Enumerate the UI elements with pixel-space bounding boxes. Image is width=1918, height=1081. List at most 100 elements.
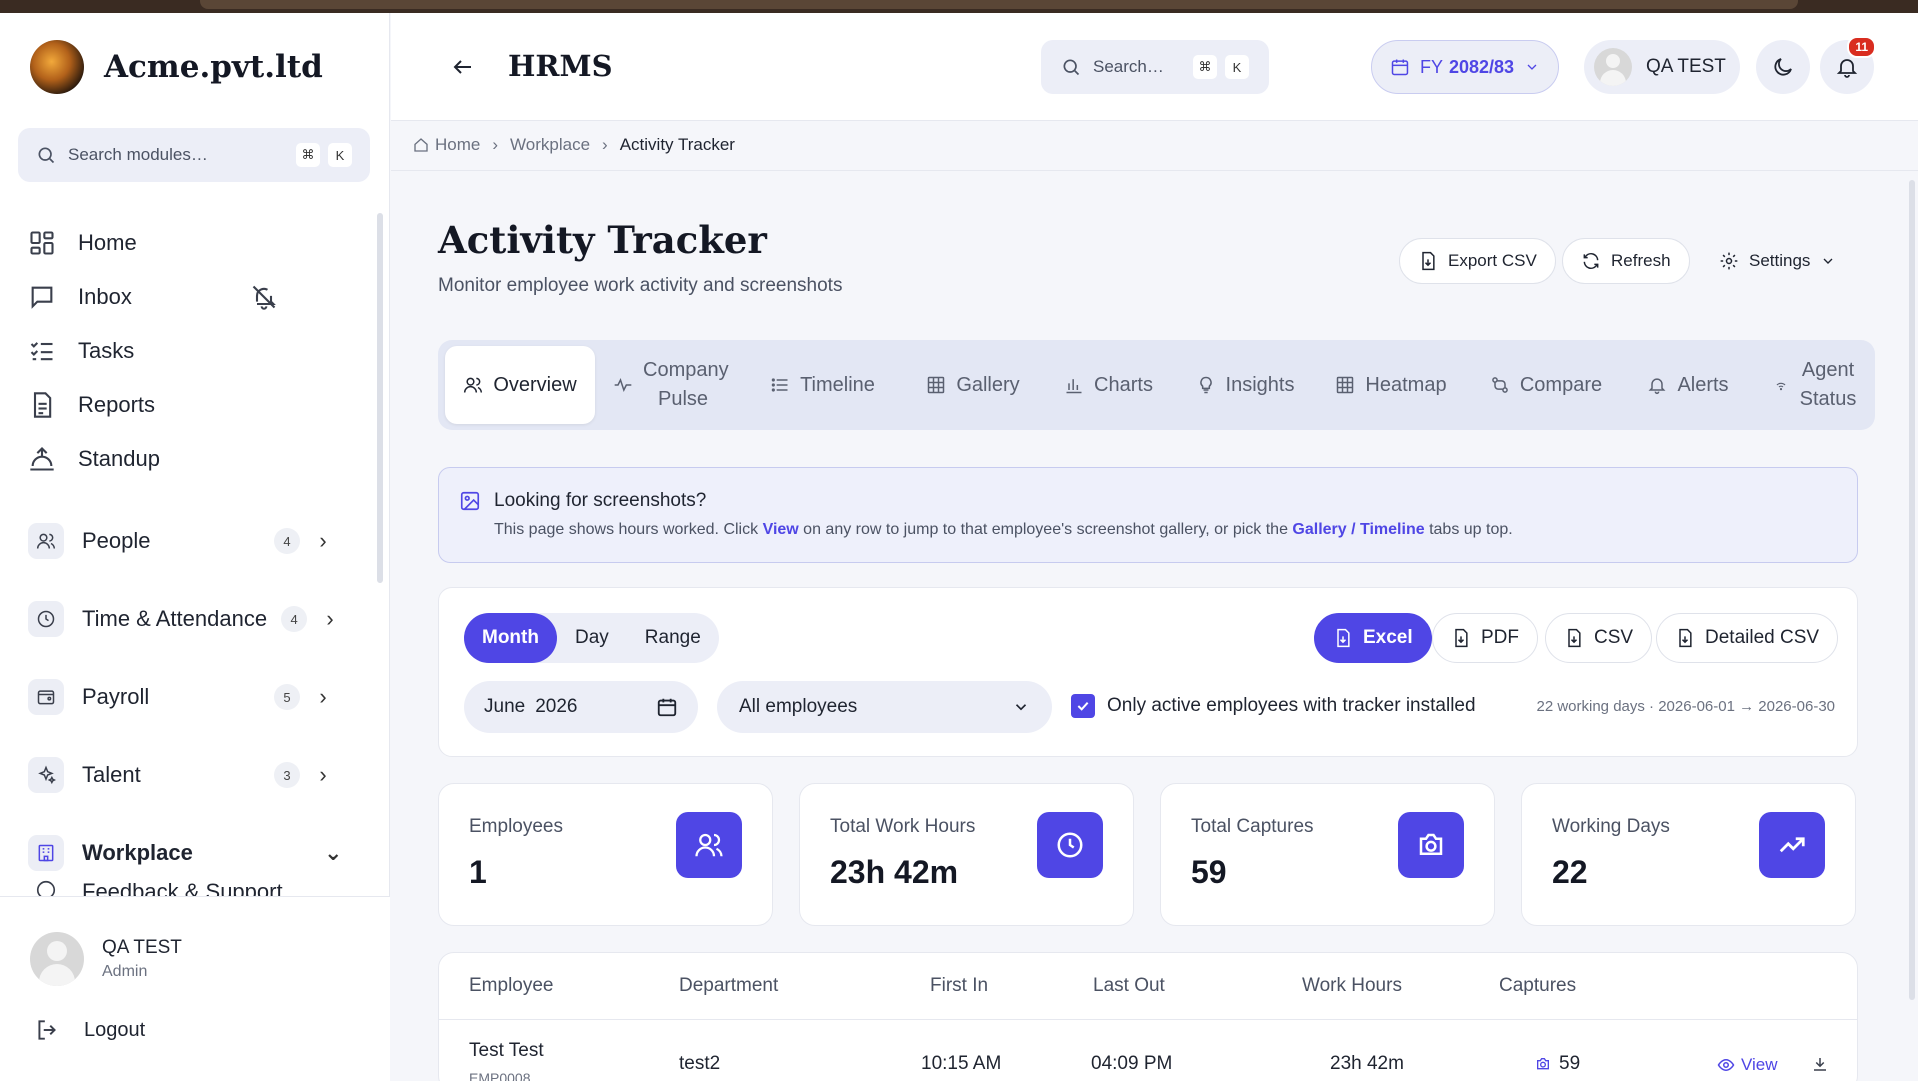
column-header-work-hours[interactable]: Work Hours (1302, 975, 1402, 997)
tab-timeline[interactable]: Timeline (765, 346, 880, 424)
column-header-first-in[interactable]: First In (930, 975, 988, 997)
tab-charts[interactable]: Charts (1061, 346, 1156, 424)
chevron-right-icon: › (492, 135, 499, 154)
tab-insights[interactable]: Insights (1190, 346, 1300, 424)
export-pdf-button[interactable]: PDF (1432, 613, 1538, 663)
sidebar-item-label: Home (78, 230, 137, 255)
active-only-checkbox[interactable]: Only active employees with tracker insta… (1071, 694, 1476, 718)
breadcrumb-home[interactable]: Home (435, 135, 480, 155)
mode-month-button[interactable]: Month (464, 613, 557, 663)
user-role: Admin (102, 963, 148, 980)
grid-icon (30, 231, 54, 255)
sidebar-group-label: Time & Attendance (82, 606, 268, 631)
banner-text-1: This page shows hours worked. Click (494, 521, 763, 538)
kbd-k: K (1225, 55, 1249, 79)
sidebar-group-label: Talent (82, 762, 141, 787)
sidebar-group-people[interactable]: People 4 › (28, 514, 358, 568)
banner-view-link[interactable]: View (763, 521, 799, 538)
gear-icon (1720, 252, 1738, 270)
employee-first-in: 10:15 AM (921, 1053, 1002, 1074)
brand[interactable]: Acme.pvt.ltd (30, 40, 323, 94)
export-excel-button[interactable]: Excel (1314, 613, 1432, 663)
column-header-captures[interactable]: Captures (1499, 975, 1576, 997)
employee-select[interactable]: All employees (717, 681, 1052, 733)
range-info: 22 working days · 2026-06-01 → 2026-06-3… (1536, 698, 1835, 715)
employee-department: test2 (679, 1053, 721, 1074)
sidebar-item-standup[interactable]: Standup (28, 432, 358, 486)
banner-text: This page shows hours worked. Click View… (494, 521, 1513, 539)
sidebar-scrollbar[interactable] (377, 213, 383, 583)
download-row-button[interactable] (1811, 1055, 1829, 1078)
back-button[interactable] (451, 55, 475, 84)
checkbox-checked[interactable] (1071, 694, 1095, 718)
users-icon (676, 812, 742, 878)
calendar-icon[interactable] (656, 696, 678, 718)
settings-dropdown[interactable]: Settings (1700, 238, 1855, 284)
user-menu[interactable]: QA TEST (1584, 40, 1740, 94)
breadcrumb-workplace[interactable]: Workplace (510, 135, 590, 155)
building-icon (28, 835, 64, 871)
brand-logo (30, 40, 84, 94)
column-header-employee[interactable]: Employee (469, 975, 554, 997)
notifications-button[interactable]: 11 (1820, 36, 1876, 94)
tab-label: Agent Status (1799, 359, 1857, 410)
tab-alerts[interactable]: Alerts (1638, 346, 1738, 424)
sidebar-item-reports[interactable]: Reports (28, 378, 358, 432)
export-detailed-csv-button[interactable]: Detailed CSV (1656, 613, 1839, 663)
bell-off-icon[interactable] (250, 283, 278, 311)
sidebar-group-label: Workplace (82, 840, 193, 865)
tab-heatmap[interactable]: Heatmap (1331, 346, 1451, 424)
filters-panel: Month Day Range Excel PDF CSV Detailed C… (438, 587, 1858, 757)
stat-value: 59 (1191, 854, 1227, 890)
users-icon (28, 523, 64, 559)
export-csv-filter-button[interactable]: CSV (1545, 613, 1653, 663)
sidebar-group-payroll[interactable]: Payroll 5 › (28, 670, 358, 724)
stat-card-total-captures: Total Captures 59 (1160, 783, 1495, 926)
grid-icon (928, 376, 945, 394)
table-header-divider (439, 1019, 1857, 1020)
sidebar-group-time-attendance[interactable]: Time & Attendance 4 › (28, 592, 358, 646)
sidebar-item-home[interactable]: Home (28, 216, 358, 270)
export-csv-label: Export CSV (1448, 251, 1537, 270)
employee-name: Test Test (469, 1040, 544, 1061)
tab-gallery[interactable]: Gallery (923, 346, 1023, 424)
tab-overview[interactable]: Overview (445, 346, 595, 424)
clock-icon (28, 601, 64, 637)
export-csv-button[interactable]: Export CSV (1399, 238, 1556, 284)
tab-company-pulse[interactable]: Company Pulse (608, 346, 729, 424)
tab-compare[interactable]: Compare (1486, 346, 1606, 424)
month-picker-input[interactable]: June 2026 (464, 681, 698, 733)
avatar[interactable] (30, 932, 84, 986)
count-badge: 4 (274, 528, 300, 554)
fiscal-year-selector[interactable]: FY 2082/83 (1371, 40, 1559, 94)
mode-day-button[interactable]: Day (557, 613, 627, 663)
logout-button[interactable]: Logout (34, 1017, 145, 1043)
sidebar-item-tasks[interactable]: Tasks (28, 324, 358, 378)
page-title: Activity Tracker (438, 218, 767, 262)
theme-toggle-button[interactable] (1756, 40, 1810, 94)
refresh-button[interactable]: Refresh (1562, 238, 1690, 284)
avatar (1594, 48, 1632, 86)
banner-gallery-timeline-link[interactable]: Gallery / Timeline (1292, 521, 1424, 538)
chevron-right-icon: › (326, 606, 334, 631)
bar-chart-icon (1066, 379, 1082, 394)
tab-agent-status[interactable]: Agent Status (1760, 346, 1872, 424)
column-header-last-out[interactable]: Last Out (1093, 975, 1165, 997)
view-label: View (1741, 1055, 1778, 1074)
mode-range-button[interactable]: Range (627, 613, 719, 663)
breadcrumb-current: Activity Tracker (619, 135, 735, 154)
column-header-department[interactable]: Department (679, 975, 778, 997)
period-mode-toggle: Month Day Range (464, 613, 719, 663)
sidebar-item-label: Reports (78, 392, 156, 417)
main-scrollbar[interactable] (1909, 180, 1915, 1000)
logout-label: Logout (84, 1018, 146, 1041)
sidebar-group-workplace[interactable]: Workplace ⌄ (28, 826, 358, 880)
file-download-icon (1337, 628, 1350, 648)
users-icon (464, 377, 483, 393)
sidebar-group-talent[interactable]: Talent 3 › (28, 748, 358, 802)
global-search-input[interactable]: Search… ⌘ K (1041, 40, 1269, 94)
view-employee-link[interactable]: View (1717, 1055, 1778, 1075)
sidebar-item-inbox[interactable]: Inbox (28, 270, 358, 324)
compare-icon (1492, 377, 1508, 393)
module-search-input[interactable]: Search modules… ⌘ K (18, 128, 370, 182)
